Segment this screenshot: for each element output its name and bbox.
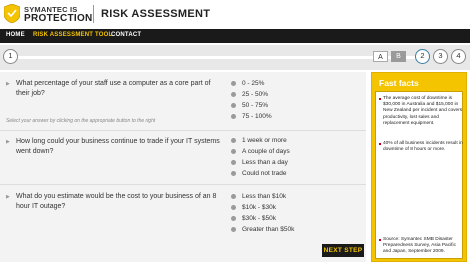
nav-risk-assessment-tool[interactable]: RISK ASSESSMENT TOOL — [33, 32, 112, 38]
question-text-3: What do you estimate would be the cost t… — [16, 193, 217, 210]
option-2-2[interactable]: A couple of days — [231, 148, 290, 155]
arrow-icon: ▶ — [6, 81, 10, 87]
radio-icon[interactable] — [231, 138, 236, 143]
option-1-2[interactable]: 25 - 50% — [231, 91, 268, 98]
question-block-3: ▶ What do you estimate would be the cost… — [0, 185, 366, 242]
fast-facts-body: The average cost of downtime is $30,000 … — [375, 91, 463, 259]
option-1-1[interactable]: 0 - 25% — [231, 80, 264, 87]
radio-icon[interactable] — [231, 103, 236, 108]
option-3-1[interactable]: Less than $10k — [231, 193, 286, 200]
option-2-4[interactable]: Could not trade — [231, 170, 286, 177]
bullet-icon — [379, 98, 381, 100]
radio-icon[interactable] — [231, 160, 236, 165]
bullet-icon — [379, 239, 381, 241]
choice-a[interactable]: A — [373, 51, 388, 62]
question-block-2: ▶ How long could your business continue … — [0, 131, 366, 185]
nav-contact[interactable]: CONTACT — [111, 32, 141, 38]
progress-line — [18, 56, 416, 59]
questions-panel: ▶ What percentage of your staff use a co… — [0, 72, 366, 262]
radio-icon[interactable] — [231, 149, 236, 154]
choice-b[interactable]: B — [391, 51, 406, 62]
step-1[interactable]: 1 — [3, 49, 18, 64]
radio-icon[interactable] — [231, 227, 236, 232]
radio-icon[interactable] — [231, 205, 236, 210]
option-2-3[interactable]: Less than a day — [231, 159, 288, 166]
fact-item-2: 40% of all business incidents result in … — [383, 141, 463, 153]
radio-icon[interactable] — [231, 194, 236, 199]
arrow-icon: ▶ — [6, 194, 10, 200]
question-text-1: What percentage of your staff use a comp… — [16, 80, 211, 97]
shield-icon — [4, 4, 20, 23]
main-nav: HOME RISK ASSESSMENT TOOL CONTACT — [0, 29, 470, 43]
step-2[interactable]: 2 — [415, 49, 430, 64]
question-text-2: How long could your business continue to… — [16, 138, 220, 155]
radio-icon[interactable] — [231, 171, 236, 176]
question-hint: Select your answer by clicking on the ap… — [6, 118, 156, 124]
option-1-3[interactable]: 50 - 75% — [231, 102, 268, 109]
nav-home[interactable]: HOME — [6, 32, 25, 38]
option-2-1[interactable]: 1 week or more — [231, 137, 287, 144]
next-step-button[interactable]: NEXT STEP — [322, 244, 364, 257]
option-3-3[interactable]: $30k - $50k — [231, 215, 276, 222]
bullet-icon — [379, 143, 381, 145]
radio-icon[interactable] — [231, 114, 236, 119]
brand-line2: PROTECTION — [24, 13, 93, 24]
radio-icon[interactable] — [231, 81, 236, 86]
step-3[interactable]: 3 — [433, 49, 448, 64]
option-1-4[interactable]: 75 - 100% — [231, 113, 272, 120]
header: SYMANTEC IS PROTECTION RISK ASSESSMENT — [0, 0, 470, 29]
step-4[interactable]: 4 — [451, 49, 466, 64]
fact-item-3: Source: Symantec SMB Disaster Preparedne… — [383, 237, 456, 255]
fact-item-1: The average cost of downtime is $30,000 … — [383, 96, 463, 126]
page-title: RISK ASSESSMENT — [101, 8, 211, 20]
fast-facts-title: Fast facts — [379, 78, 419, 88]
progress-bar: 1 A B 2 3 4 — [0, 45, 470, 70]
arrow-icon: ▶ — [6, 139, 10, 145]
brand-logo[interactable]: SYMANTEC IS PROTECTION — [24, 5, 93, 24]
option-3-2[interactable]: $10k - $30k — [231, 204, 276, 211]
radio-icon[interactable] — [231, 216, 236, 221]
header-divider — [93, 5, 94, 23]
question-block-1: ▶ What percentage of your staff use a co… — [0, 72, 366, 131]
radio-icon[interactable] — [231, 92, 236, 97]
option-3-4[interactable]: Greater than $50k — [231, 226, 294, 233]
fast-facts-panel: Fast facts The average cost of downtime … — [371, 72, 467, 262]
